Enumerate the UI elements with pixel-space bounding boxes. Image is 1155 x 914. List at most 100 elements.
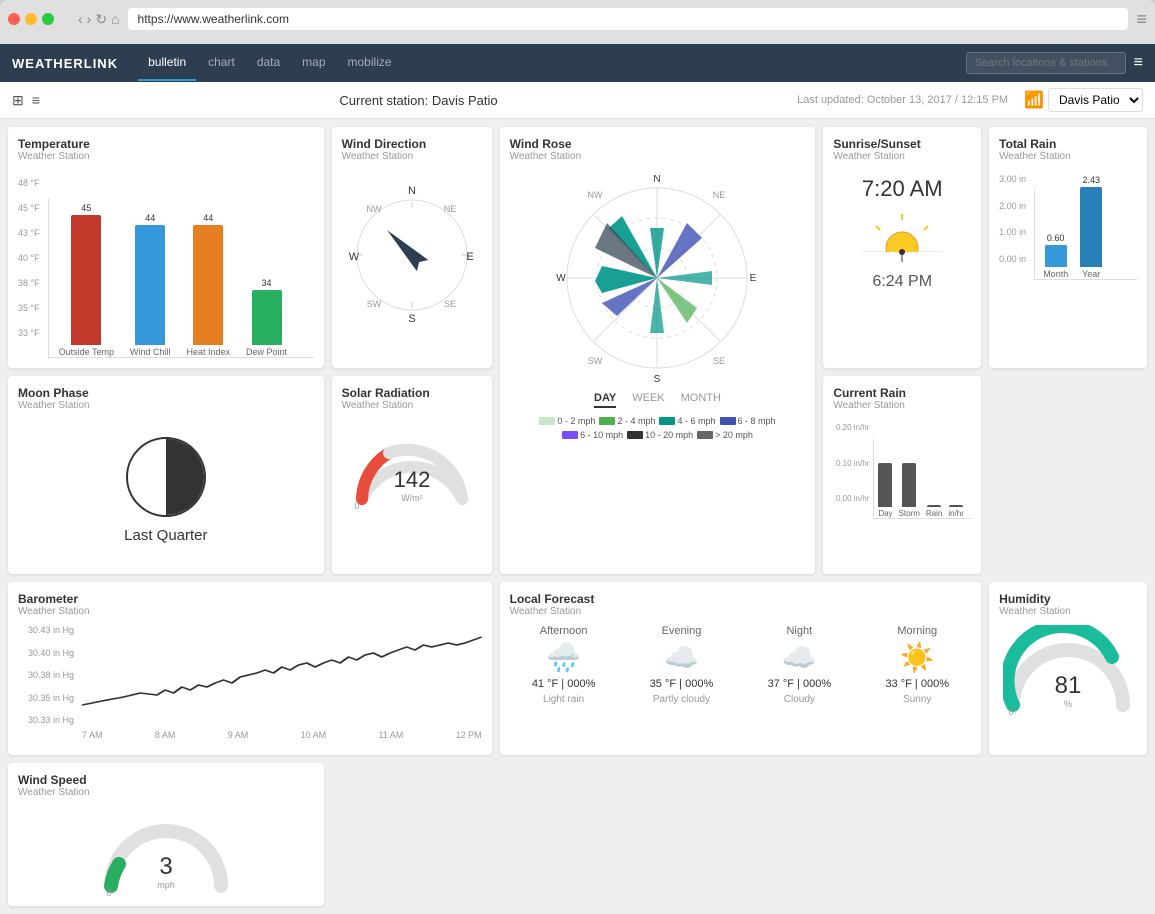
svg-text:NE: NE: [443, 204, 456, 214]
dot-red[interactable]: [8, 13, 20, 25]
tab-week[interactable]: WEEK: [632, 392, 664, 408]
sunrise-time: 7:20 AM: [833, 176, 971, 202]
wind-rose-card: Wind Rose Weather Station N E S W NE SE: [500, 127, 816, 574]
forward-icon[interactable]: ›: [87, 11, 92, 27]
forecast-periods: Afternoon 🌧️ 41 °F | 000% Light rain Eve…: [510, 625, 972, 705]
svg-text:E: E: [466, 251, 473, 263]
wind-direction-card: Wind Direction Weather Station N E S W N…: [332, 127, 492, 368]
baro-title: Barometer: [18, 592, 482, 606]
search-input[interactable]: [966, 52, 1126, 74]
wifi-icon: 📶: [1024, 90, 1044, 110]
forecast-afternoon-label: Afternoon: [540, 625, 588, 637]
cr-bar-storm: Storm: [899, 463, 920, 518]
browser-menu-icon[interactable]: ≡: [1136, 9, 1147, 30]
solar-gauge-container: 142 W/m² 0: [342, 419, 482, 509]
svg-text:0: 0: [1009, 707, 1014, 715]
humidity-gauge-svg: 81 % 0: [1003, 625, 1133, 715]
sunrise-subtitle: Weather Station: [833, 151, 971, 162]
home-icon[interactable]: ⌂: [111, 11, 119, 27]
swatch-2-4: [599, 417, 615, 425]
temp-bars-container: 45 Outside Temp 44 Wind Chill 44 Heat In…: [48, 198, 314, 358]
cr-bar-rain-bar: [927, 505, 941, 507]
forecast-morning-icon: ☀️: [900, 641, 935, 674]
bar-label-heatindex: Heat Index: [187, 347, 231, 357]
label-10-20: 10 - 20 mph: [645, 430, 693, 440]
windrose-chart: N E S W NE SE SW NW: [510, 168, 806, 388]
forecast-afternoon-temp: 41 °F | 000%: [532, 678, 596, 690]
grid-view-icon[interactable]: ≡: [1134, 54, 1143, 72]
tab-day[interactable]: DAY: [594, 392, 616, 408]
cr-y-axis: 0.20 in/hr 0.10 in/hr 0.00 in/hr: [833, 423, 871, 503]
windrose-svg: N E S W NE SE SW NW: [547, 168, 767, 388]
station-select[interactable]: Davis Patio: [1048, 88, 1143, 112]
bar-outside: [71, 215, 101, 345]
windrose-legend: 0 - 2 mph 2 - 4 mph 4 - 6 mph 6 - 8 mph …: [510, 416, 806, 440]
nav-link-mobilize[interactable]: mobilize: [338, 45, 402, 81]
forecast-afternoon: Afternoon 🌧️ 41 °F | 000% Light rain: [532, 625, 596, 705]
svg-text:E: E: [750, 273, 757, 284]
baro-x-axis: 7 AM 8 AM 9 AM 10 AM 11 AM 12 PM: [82, 730, 482, 740]
baro-line-container: 7 AM 8 AM 9 AM 10 AM 11 AM 12 PM: [82, 625, 482, 745]
bar-heatindex: [193, 225, 223, 345]
legend-0-2: 0 - 2 mph: [539, 416, 595, 426]
humidity-title: Humidity: [999, 592, 1137, 606]
cr-bar-inhr-bar: [949, 505, 963, 507]
rain-label-month: Month: [1043, 269, 1068, 279]
moon-circle: [126, 437, 206, 517]
cr-bar-storm-bar: [902, 463, 916, 507]
label-0-2: 0 - 2 mph: [557, 416, 595, 426]
url-text: https://www.weatherlink.com: [138, 12, 289, 26]
refresh-icon[interactable]: ↻: [95, 11, 107, 28]
forecast-night-label: Night: [786, 625, 812, 637]
svg-text:S: S: [408, 313, 415, 325]
forecast-morning: Morning ☀️ 33 °F | 000% Sunny: [885, 625, 949, 705]
baro-line-svg: [82, 625, 482, 725]
svg-text:NW: NW: [366, 204, 381, 214]
svg-text:W: W: [557, 273, 567, 284]
wind-dir-title: Wind Direction: [342, 137, 482, 151]
legend-6-10: 6 - 10 mph: [562, 430, 623, 440]
forecast-subtitle: Weather Station: [510, 606, 972, 617]
nav-link-chart[interactable]: chart: [198, 45, 245, 81]
bar-label-dewpoint: Dew Point: [246, 347, 287, 357]
current-rain-subtitle: Weather Station: [833, 400, 971, 411]
swatch-4-6: [659, 417, 675, 425]
tab-month[interactable]: MONTH: [681, 392, 721, 408]
rain-label-year: Year: [1082, 269, 1100, 279]
local-forecast-card: Local Forecast Weather Station Afternoon…: [500, 582, 982, 755]
bar-val-dewpoint: 34: [262, 278, 272, 288]
legend-6-8: 6 - 8 mph: [720, 416, 776, 426]
bar-group-dewpoint: 34 Dew Point: [246, 278, 287, 357]
cr-label-day: Day: [878, 509, 892, 518]
nav-link-map[interactable]: map: [292, 45, 335, 81]
forecast-evening-icon: ☁️: [664, 641, 699, 674]
windrose-tabs: DAY WEEK MONTH: [510, 392, 806, 408]
rain-subtitle: Weather Station: [999, 151, 1137, 162]
wind-speed-card: Wind Speed Weather Station 3 mph 0: [8, 763, 324, 906]
temp-y-axis: 48 °F 45 °F 43 °F 40 °F 38 °F 35 °F 33 °…: [18, 178, 44, 338]
rain-y-axis: 3.00 in 2.00 in 1.00 in 0.00 in: [999, 174, 1030, 264]
app-navbar: WEATHERLINK bulletin chart data map mobi…: [0, 44, 1155, 82]
svg-text:S: S: [654, 374, 661, 385]
list-icon-button[interactable]: ≡: [32, 92, 40, 109]
solar-subtitle: Weather Station: [342, 400, 482, 411]
grid-icon-button[interactable]: ⊞: [12, 92, 24, 109]
svg-text:0: 0: [106, 888, 111, 896]
nav-links: bulletin chart data map mobilize: [138, 45, 401, 81]
sunrise-card: Sunrise/Sunset Weather Station 7:20 AM: [823, 127, 981, 368]
moon-dark-half: [166, 439, 204, 515]
nav-link-data[interactable]: data: [247, 45, 290, 81]
svg-text:mph: mph: [157, 880, 175, 890]
moon-subtitle: Weather Station: [18, 400, 314, 411]
humidity-gauge-container: 81 % 0: [999, 625, 1137, 715]
forecast-night-temp: 37 °F | 000%: [768, 678, 832, 690]
dot-green[interactable]: [42, 13, 54, 25]
bar-windchill: [135, 225, 165, 345]
sunrise-title: Sunrise/Sunset: [833, 137, 971, 151]
address-bar[interactable]: https://www.weatherlink.com: [128, 8, 1129, 30]
wind-dir-subtitle: Weather Station: [342, 151, 482, 162]
label-4-6: 4 - 6 mph: [677, 416, 715, 426]
dot-yellow[interactable]: [25, 13, 37, 25]
back-icon[interactable]: ‹: [78, 11, 83, 27]
nav-link-bulletin[interactable]: bulletin: [138, 45, 196, 81]
